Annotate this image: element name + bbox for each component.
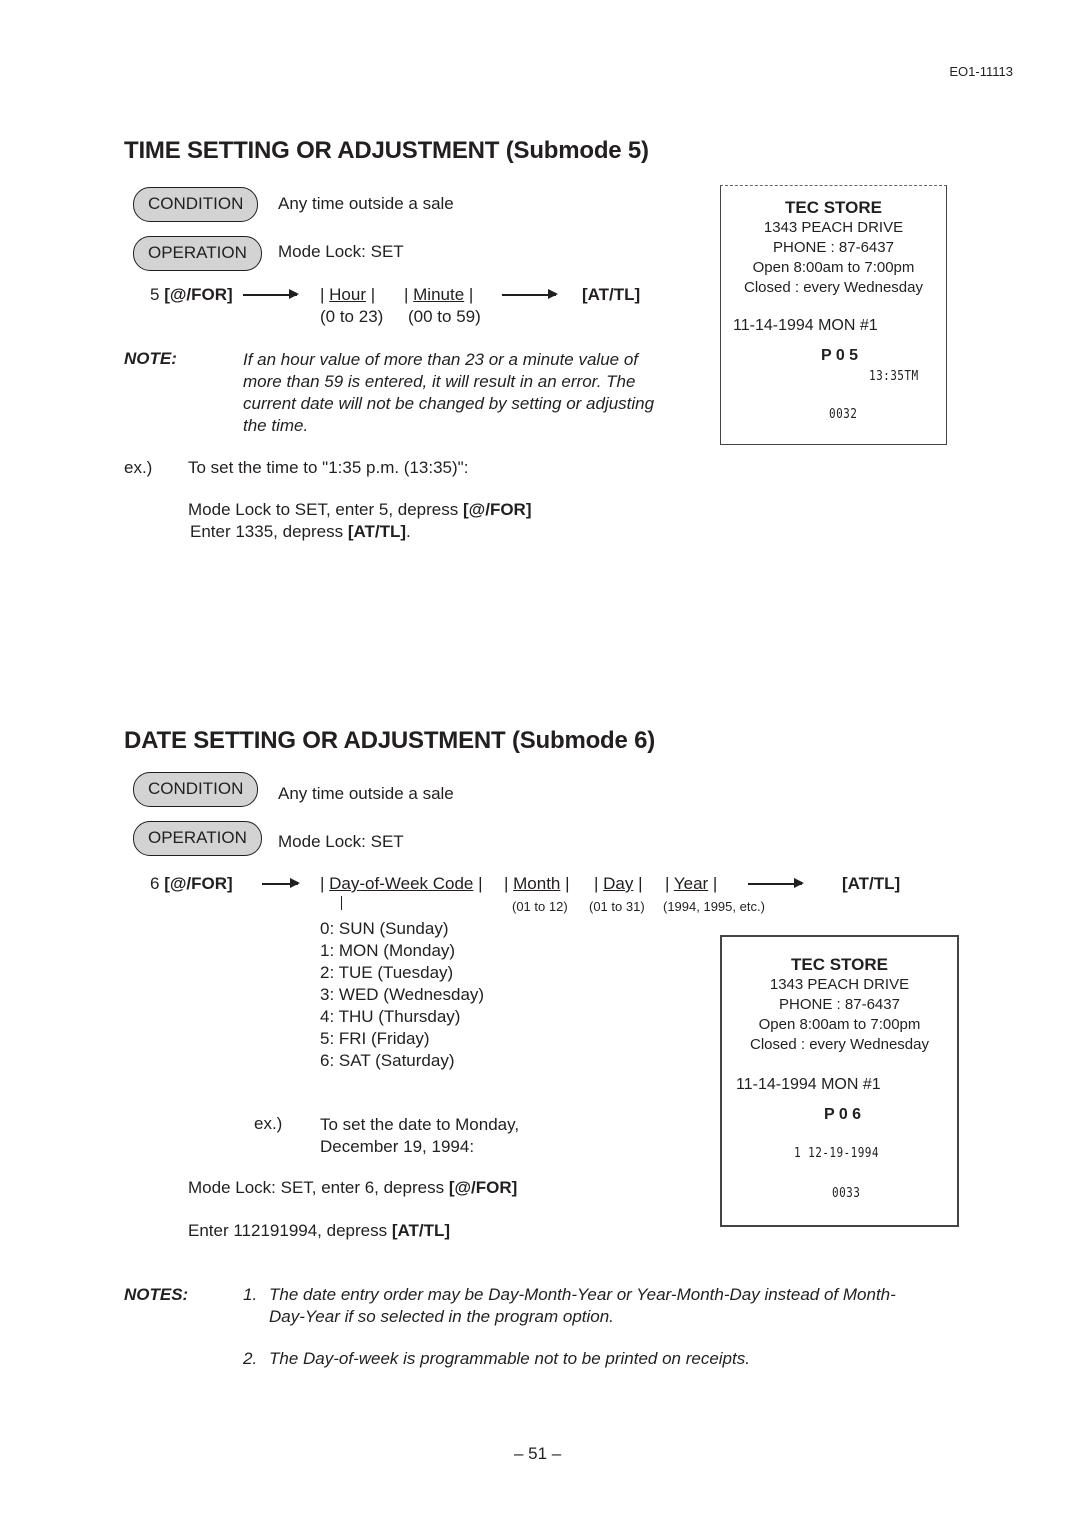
- receipt-hours: Open 8:00am to 7:00pm: [752, 259, 915, 276]
- receipt-code: P 0 6: [824, 1106, 862, 1123]
- dow-code-item: 4: THU (Thursday): [320, 1007, 461, 1026]
- note-label: NOTE:: [124, 349, 177, 368]
- connector-line: [341, 896, 342, 910]
- arrow-icon: [243, 290, 299, 298]
- receipt-code: P 0 5: [821, 347, 859, 364]
- note-item-2: 2. The Day-of-week is programmable not t…: [243, 1349, 750, 1368]
- arrow-icon: [262, 879, 300, 887]
- day-of-week-field: | Day-of-Week Code |: [320, 874, 483, 893]
- receipt-store-name: TEC STORE: [785, 198, 882, 217]
- hour-field: | Hour |: [320, 285, 376, 304]
- hour-range: (0 to 23): [320, 307, 384, 326]
- receipt-closed: Closed : every Wednesday: [744, 279, 923, 296]
- operation-badge: OPERATION: [133, 236, 262, 271]
- receipt-hours: Open 8:00am to 7:00pm: [758, 1016, 921, 1033]
- operation-text: Mode Lock: SET: [278, 832, 404, 851]
- receipt-time-value: 13:35TM: [869, 369, 919, 384]
- document-id: EO1-11113: [949, 64, 1013, 79]
- operation-badge: OPERATION: [133, 821, 262, 856]
- note-item-1: 1. The date entry order may be Day-Month…: [243, 1285, 896, 1304]
- time-section-title: TIME SETTING OR ADJUSTMENT (Submode 5): [124, 137, 649, 164]
- example-label: ex.): [254, 1114, 283, 1133]
- at-tl-key: [AT/TL]: [842, 874, 901, 893]
- example-text: To set the time to "1:35 p.m. (13:35)":: [188, 458, 469, 477]
- page-number: – 51 –: [514, 1444, 562, 1463]
- condition-text: Any time outside a sale: [278, 194, 454, 213]
- day-of-week-code-list: 0: SUN (Sunday) 1: MON (Monday) 2: TUE (…: [320, 918, 484, 1072]
- year-field: | Year |: [665, 874, 718, 893]
- operation-text: Mode Lock: SET: [278, 242, 404, 261]
- example-step-2: Enter 1335, depress [AT/TL].: [190, 522, 411, 541]
- example-label: ex.): [124, 458, 153, 477]
- condition-badge: CONDITION: [133, 772, 259, 807]
- condition-text: Any time outside a sale: [278, 784, 454, 803]
- key-sequence-start: 5 [@/FOR]: [150, 285, 233, 304]
- receipt-store-name: TEC STORE: [791, 955, 888, 974]
- year-range: (1994, 1995, etc.): [663, 899, 765, 914]
- dow-code-item: 1: MON (Monday): [320, 941, 456, 960]
- example-step-1: Mode Lock to SET, enter 5, depress [@/FO…: [188, 500, 532, 519]
- receipt-date-line: 11-14-1994 MON #1: [733, 317, 878, 334]
- example-text: To set the date to Monday, December 19, …: [320, 1115, 520, 1156]
- month-field: | Month |: [504, 874, 570, 893]
- dow-code-item: 3: WED (Wednesday): [320, 985, 485, 1004]
- dow-code-item: 5: FRI (Friday): [320, 1029, 430, 1048]
- example-step-2: Enter 112191994, depress [AT/TL]: [188, 1221, 451, 1240]
- receipt-address: 1343 PEACH DRIVE: [769, 976, 910, 993]
- receipt-address: 1343 PEACH DRIVE: [763, 219, 904, 236]
- at-tl-key: [AT/TL]: [582, 285, 641, 304]
- date-section-title: DATE SETTING OR ADJUSTMENT (Submode 6): [124, 727, 656, 754]
- receipt-closed: Closed : every Wednesday: [750, 1036, 929, 1053]
- day-range: (01 to 31): [589, 899, 645, 914]
- key-sequence-start: 6 [@/FOR]: [150, 874, 233, 893]
- receipt-date-value: 1 12-19-1994: [794, 1146, 879, 1161]
- dow-code-item: 0: SUN (Sunday): [320, 919, 449, 938]
- month-range: (01 to 12): [512, 899, 568, 914]
- dow-code-item: 6: SAT (Saturday): [320, 1051, 455, 1070]
- minute-range: (00 to 59): [408, 307, 481, 326]
- day-field: | Day |: [594, 874, 643, 893]
- receipt-date-line: 11-14-1994 MON #1: [736, 1076, 881, 1093]
- receipt-phone: PHONE : 87-6437: [773, 239, 894, 256]
- notes-label: NOTES:: [124, 1285, 189, 1304]
- receipt-counter: 0032: [829, 407, 858, 422]
- for-key: [@/FOR]: [164, 874, 233, 893]
- receipt-phone: PHONE : 87-6437: [779, 996, 900, 1013]
- minute-field: | Minute |: [404, 285, 474, 304]
- time-receipt: TEC STORE 1343 PEACH DRIVE PHONE : 87-64…: [720, 185, 947, 445]
- date-receipt: TEC STORE 1343 PEACH DRIVE PHONE : 87-64…: [720, 935, 959, 1227]
- condition-badge: CONDITION: [133, 187, 259, 222]
- note-text: If an hour value of more than 23 or a mi…: [243, 350, 655, 435]
- arrow-icon: [748, 879, 804, 887]
- note-item-1-continued: Day-Year if so selected in the program o…: [269, 1307, 614, 1326]
- receipt-counter: 0033: [832, 1186, 861, 1201]
- for-key: [@/FOR]: [164, 285, 233, 304]
- dow-code-item: 2: TUE (Tuesday): [320, 963, 454, 982]
- example-step-1: Mode Lock: SET, enter 6, depress [@/FOR]: [188, 1178, 518, 1197]
- arrow-icon: [502, 290, 558, 298]
